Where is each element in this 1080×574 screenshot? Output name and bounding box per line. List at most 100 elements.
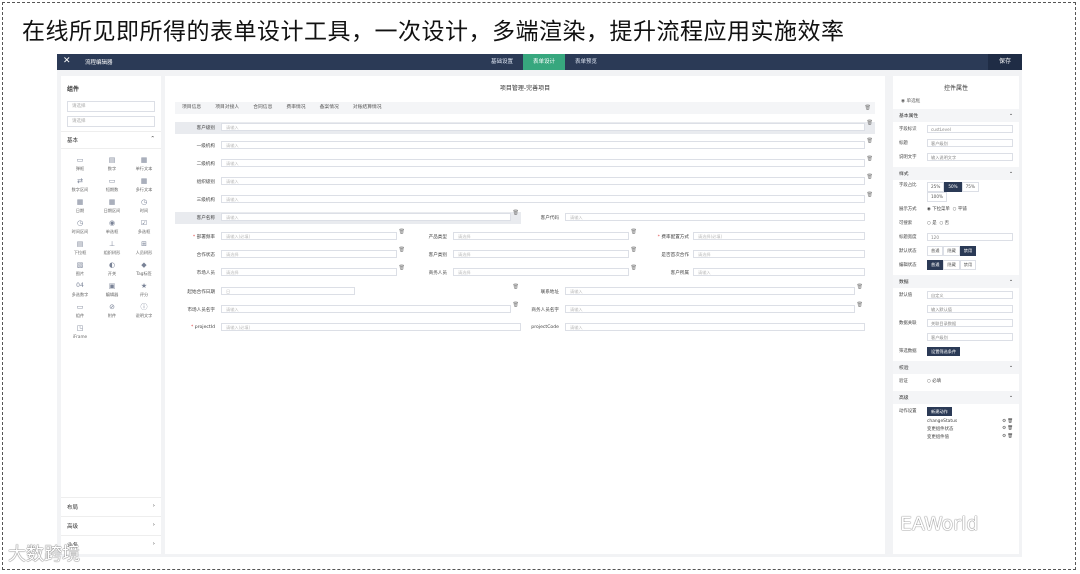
trash-icon[interactable]: 🗑 [631,229,637,235]
component-item[interactable]: ▭ 组件 [65,304,95,319]
form-tab-contract[interactable]: 合同信息 [246,102,279,114]
component-item[interactable]: ⊞ 人员树形 [129,241,159,256]
action-item[interactable]: 变更组件值 ⚙ 🗑 [893,433,1019,441]
section-validate[interactable]: 校验 ⌄ [893,361,1019,374]
required-checkbox[interactable]: ○ 必填 [927,378,941,384]
trash-icon[interactable]: 🗑 [865,105,871,111]
coop-status-select[interactable]: 请选择 [221,250,397,258]
searchable-no-radio[interactable]: ○ 否 [939,220,949,226]
fee-config-select[interactable]: 请选择(必填) [693,232,865,240]
deploy-rate-input[interactable]: 请输入(必填) [221,232,397,240]
component-item[interactable]: ☑ 多选框 [129,220,159,235]
component-filter-input[interactable]: 请选择 [67,116,155,127]
form-tab-fees[interactable]: 费率情况 [279,102,312,114]
component-item[interactable]: ◉ 单选框 [97,220,127,235]
customer-name-input[interactable]: 请输入 [221,213,511,221]
project-id-input[interactable]: 请输入(必填) [221,323,521,331]
new-action-button[interactable]: 新建动作 [927,406,952,416]
trash-icon[interactable]: 🗑 [857,302,863,308]
section-basic-props[interactable]: 基本属性 ⌄ [893,109,1019,122]
component-item[interactable]: ▭ 弹框 [65,157,95,172]
component-item[interactable]: ◷ 时间 [129,199,159,214]
component-item[interactable]: ★ 评分 [129,283,159,298]
component-item[interactable]: ▧ 图片 [65,262,95,277]
single-select-radio[interactable]: ◉ 单选框 [893,92,1019,106]
section-layout[interactable]: 布局 › [61,497,161,516]
market-name-input[interactable]: 请输入 [221,305,511,313]
org-rank-input[interactable]: 请输入 [221,177,865,185]
trash-icon[interactable]: 🗑 [867,138,873,144]
width-100-option[interactable]: 100% [927,192,947,202]
trash-icon[interactable]: 🗑 [867,192,873,198]
state-normal-option[interactable]: 普通 [927,246,944,256]
component-item[interactable]: ⊥ 组织树形 [97,241,127,256]
start-date-picker[interactable]: 日 [221,287,355,295]
trash-icon[interactable]: 🗑 [631,265,637,271]
component-item[interactable]: ▭ 短期数 [97,178,127,193]
gear-icon[interactable]: ⚙ 🗑 [1002,434,1013,440]
component-item[interactable]: ▤ 下拉框 [65,241,95,256]
width-75-option[interactable]: 75% [961,182,979,192]
customer-type-select[interactable]: 请选择 [453,250,629,258]
customer-level-input[interactable]: 请输入 [221,123,865,131]
trash-icon[interactable]: 🗑 [867,156,873,162]
label-width-input[interactable]: 120 [927,233,1013,241]
field-id-input[interactable]: custLevel [927,125,1013,133]
section-basic[interactable]: 基本 ⌃ [61,131,161,149]
display-flat-radio[interactable]: ○ 平铺 [953,206,967,212]
contact-input[interactable]: 请输入 [565,287,855,295]
component-item[interactable]: ▤ 数字 [97,157,127,172]
filter-button[interactable]: 设置筛选条件 [927,346,961,356]
business-name-input[interactable]: 请输入 [565,305,855,313]
action-item[interactable]: 变更组件状态 ⚙ 🗑 [893,425,1019,433]
form-row-customer-name[interactable]: 客户名称 请输入 🗑 [175,210,521,224]
org3-input[interactable]: 请输入 [221,195,865,203]
component-item[interactable]: ⇄ 数字区间 [65,178,95,193]
section-advanced-props[interactable]: 高级 ⌄ [893,391,1019,404]
trash-icon[interactable]: 🗑 [399,229,405,235]
component-item[interactable]: ▣ 编辑器 [97,283,127,298]
state-disabled-option[interactable]: 禁用 [959,246,977,256]
component-item[interactable]: ⊘ 附件 [97,304,127,319]
component-item[interactable]: ▦ 多行文本 [129,178,159,193]
trash-icon[interactable]: 🗑 [399,247,405,253]
desc-input[interactable]: 输入说明文字 [927,153,1013,161]
trash-icon[interactable]: 🗑 [399,265,405,271]
market-staff-select[interactable]: 请选择 [221,268,397,276]
tab-form-design[interactable]: 表单设计 [523,54,566,70]
trash-icon[interactable]: 🗑 [867,174,873,180]
state-hidden-option[interactable]: 隐藏 [943,246,960,256]
action-item[interactable]: changeStatus ⚙ 🗑 [893,418,1019,425]
project-code-input[interactable]: 请输入 [565,323,865,331]
title-input[interactable]: 客户级别 [927,139,1013,147]
data-link-value-input[interactable]: 客户级别 [927,333,1013,341]
org1-input[interactable]: 请输入 [221,141,865,149]
section-style[interactable]: 样式 ⌄ [893,167,1019,180]
trash-icon[interactable]: 🗑 [857,284,863,290]
component-item[interactable]: ◷ 时间区间 [65,220,95,235]
component-item[interactable]: ◳ iFrame [65,325,95,340]
default-value-select[interactable]: 自定义 [927,291,1013,299]
trash-icon[interactable]: 🗑 [631,247,637,253]
business-staff-select[interactable]: 请选择 [453,268,629,276]
save-button[interactable]: 保存 [988,54,1022,70]
form-tab-project-info[interactable]: 项目信息 [175,102,208,114]
form-tab-filing[interactable]: 备案情况 [313,102,346,114]
width-50-option[interactable]: 50% [944,182,962,192]
org2-input[interactable]: 请输入 [221,159,865,167]
form-row-customer-level[interactable]: 客户级别 请输入 🗑 [175,120,875,134]
data-link-select[interactable]: 关联目录数据 [927,319,1013,327]
default-value-input[interactable]: 输入默认值 [927,305,1013,313]
first-file-select[interactable]: 请选择 [693,250,865,258]
component-item[interactable]: ▦ 日期区间 [97,199,127,214]
width-25-option[interactable]: 25% [927,182,945,192]
component-item[interactable]: ▦ 单行文本 [129,157,159,172]
product-type-select[interactable]: 请选择 [453,232,629,240]
form-tab-settlement[interactable]: 对账结算情况 [346,102,389,114]
gear-icon[interactable]: ⚙ 🗑 [1002,419,1013,424]
searchable-yes-radio[interactable]: ○ 是 [927,220,937,226]
form-tab-contact[interactable]: 项目对接人 [208,102,246,114]
component-item[interactable]: 04 多选数字 [65,283,95,298]
customer-group-input[interactable]: 请输入 [693,268,865,276]
edit-hidden-option[interactable]: 隐藏 [943,260,960,270]
